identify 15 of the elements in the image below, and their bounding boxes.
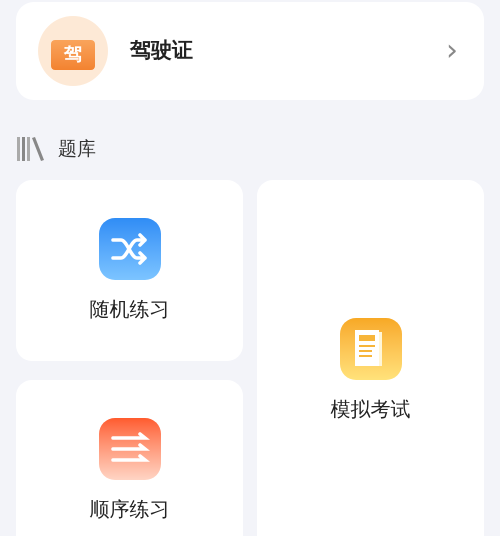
practice-label: 随机练习: [90, 296, 170, 322]
license-title: 驾驶证: [130, 37, 194, 64]
document-icon: [340, 318, 402, 380]
books-icon: [16, 136, 44, 162]
section-title: 题库: [58, 136, 96, 162]
shuffle-icon: [98, 218, 160, 280]
license-icon: 驾: [38, 16, 108, 86]
license-card[interactable]: 驾 驾驶证 ›: [16, 2, 484, 100]
practice-label: 模拟考试: [330, 396, 410, 422]
practice-card[interactable]: 顺序练习: [16, 380, 243, 536]
practice-card[interactable]: 随机练习: [16, 180, 243, 361]
chevron-icon: ›: [446, 36, 458, 66]
list-arrows-icon: [98, 418, 160, 480]
practice-card[interactable]: 模拟考试: [257, 180, 484, 536]
practice-label: 顺序练习: [90, 496, 170, 522]
